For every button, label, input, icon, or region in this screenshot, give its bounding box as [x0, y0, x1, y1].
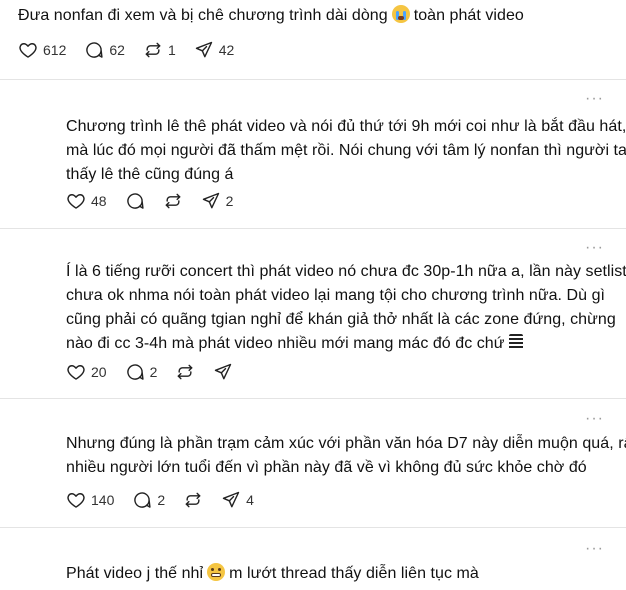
send-icon [195, 41, 212, 58]
repost-button[interactable]: 1 [143, 40, 176, 60]
like-count: 48 [91, 193, 107, 209]
post-text: Đưa nonfan đi xem và bị chê chương trình… [18, 5, 524, 24]
like-button[interactable]: 612 [18, 40, 66, 60]
divider [0, 228, 626, 229]
more-options-icon[interactable]: ··· [585, 411, 604, 427]
reply-button[interactable]: 2 [125, 362, 158, 382]
reply-button[interactable]: 62 [84, 40, 125, 60]
send-icon [222, 491, 240, 508]
repost-button[interactable] [163, 191, 183, 211]
comment-icon [86, 42, 103, 58]
more-options-icon[interactable]: ··· [585, 541, 604, 557]
comment-icon [126, 364, 144, 380]
grimacing-face-emoji [207, 563, 226, 581]
repost-button[interactable] [183, 490, 203, 510]
more-options-icon[interactable]: ··· [585, 91, 604, 107]
comment-icon [126, 193, 144, 209]
like-count: 140 [91, 492, 115, 508]
repost-icon [178, 364, 193, 380]
share-count: 2 [225, 193, 234, 209]
reply-text: Phát video j thế nhỉ m lướt thread thấy d… [66, 563, 479, 582]
divider [0, 398, 626, 399]
like-count: 20 [91, 364, 107, 380]
reply-actions: 20 2 [66, 362, 251, 382]
like-button[interactable]: 20 [66, 362, 107, 382]
memo-emoji [508, 334, 523, 350]
share-button[interactable]: 2 [201, 191, 234, 211]
more-options-icon[interactable]: ··· [585, 240, 604, 256]
post-actions: 612 62 1 42 [18, 40, 252, 60]
repost-icon [185, 492, 201, 508]
reply-count: 2 [149, 364, 158, 380]
repost-icon [145, 42, 161, 58]
reply-actions: 48 2 [66, 191, 251, 211]
reply-text: Chương trình lê thê phát video và nói đủ… [66, 118, 626, 183]
heart-icon [67, 365, 85, 380]
share-count: 4 [246, 492, 254, 508]
divider [0, 79, 626, 80]
reply-actions: 140 2 4 [66, 490, 272, 510]
reply-button[interactable]: 2 [132, 490, 165, 510]
like-button[interactable]: 48 [66, 191, 107, 211]
reply-button[interactable] [125, 191, 145, 211]
reply-text: Nhưng đúng là phần trạm cảm xúc với phần… [66, 435, 626, 476]
send-icon [202, 192, 219, 209]
comment-icon [134, 492, 151, 508]
heart-icon [19, 43, 37, 58]
share-button[interactable]: 4 [221, 490, 254, 510]
reply-count: 62 [109, 42, 125, 58]
repost-icon [165, 193, 180, 209]
crying-face-emoji [391, 5, 410, 23]
share-count: 42 [218, 42, 235, 58]
reply-count: 2 [157, 492, 166, 508]
share-button[interactable]: 42 [194, 40, 235, 60]
heart-icon [67, 194, 85, 209]
divider [0, 527, 626, 528]
repost-count: 1 [167, 42, 176, 58]
repost-button[interactable] [175, 362, 195, 382]
like-button[interactable]: 140 [66, 490, 114, 510]
like-count: 612 [43, 42, 67, 58]
heart-icon [67, 493, 85, 508]
reply-text: Í là 6 tiếng rưỡi concert thì phát video… [66, 263, 626, 352]
send-icon [215, 363, 232, 380]
share-button[interactable] [213, 362, 233, 382]
